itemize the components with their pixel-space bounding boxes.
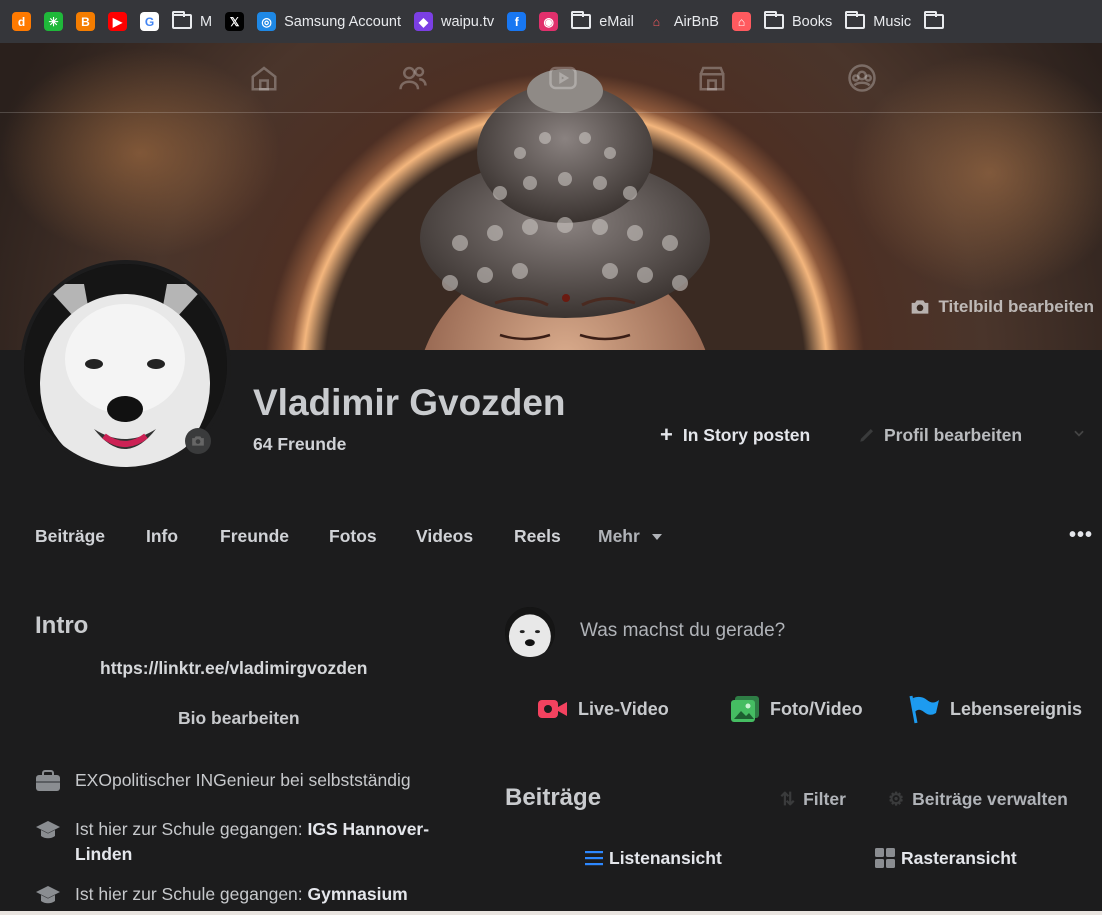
bookmark-google[interactable]: G <box>140 8 159 36</box>
asterisk-icon: ✳ <box>44 12 63 31</box>
home-icon[interactable] <box>249 63 279 93</box>
composer-avatar[interactable] <box>505 607 555 657</box>
bookmark-folder[interactable] <box>924 8 952 36</box>
chevron-down-icon[interactable] <box>1072 426 1086 440</box>
bookmark-x[interactable]: 𝕏 <box>225 8 245 36</box>
bookmark-airbnb[interactable]: ⌂ <box>731 8 751 36</box>
photo-video-button[interactable]: Foto/Video <box>730 694 863 724</box>
wolf-avatar-image <box>505 607 555 657</box>
tab-videos[interactable]: Videos <box>416 518 473 554</box>
info-school-2: Ist hier zur Schule gegangen: Gymnasium <box>35 882 408 907</box>
intro-title: Intro <box>35 612 89 639</box>
avatar-camera-button[interactable] <box>185 428 211 454</box>
bookmark-waipu.tv[interactable]: ◆ waipu.tv <box>413 8 495 36</box>
bookmark-label: waipu.tv <box>440 13 495 30</box>
bookmark-m[interactable]: M <box>172 8 212 36</box>
window-bottom-edge <box>0 911 1102 915</box>
tab-reels[interactable]: Reels <box>514 518 561 554</box>
live-video-button[interactable]: Live-Video <box>537 694 669 724</box>
intro-link[interactable]: https://linktr.ee/vladimirgvozden <box>100 658 367 679</box>
briefcase-icon <box>36 770 60 791</box>
friends-icon[interactable] <box>398 63 428 93</box>
x-icon: 𝕏 <box>225 12 245 31</box>
pencil-icon <box>860 429 873 442</box>
info-school-1: Ist hier zur Schule gegangen: IGS Hannov… <box>35 817 429 867</box>
info-work: EXOpolitischer INGenieur bei selbstständ… <box>35 768 411 793</box>
photo-icon <box>731 696 759 722</box>
dict-icon: d <box>12 12 31 31</box>
instagram-icon: ◉ <box>539 12 559 31</box>
facebook-icon: f <box>507 12 527 31</box>
waipu-icon: ◆ <box>413 12 433 31</box>
marketplace-icon[interactable] <box>697 63 727 93</box>
graduation-cap-icon <box>36 821 60 839</box>
life-event-button[interactable]: Lebensereignis <box>908 694 1082 724</box>
nav-divider <box>0 112 1102 113</box>
add-to-story-button[interactable]: + In Story posten <box>660 420 810 450</box>
bookmark-samsung-account[interactable]: ◎ Samsung Account <box>257 8 401 36</box>
grid-view-tab[interactable]: Rasteransicht <box>875 845 1017 871</box>
bookmark-label: Samsung Account <box>284 13 401 30</box>
camera-icon <box>192 436 204 446</box>
bookmark-label: Books <box>791 13 833 30</box>
bookmarks-bar: d ✳ B ▶ G M 𝕏 ◎ Samsung Account ◆ waipu.tv f ◉ eMail ⌂… <box>0 0 1102 43</box>
watch-icon[interactable] <box>548 63 578 93</box>
bookmark-email[interactable]: eMail <box>571 8 634 36</box>
airbnb-icon: ⌂ <box>646 12 666 31</box>
edit-cover-button[interactable]: Titelbild bearbeiten <box>910 297 1094 317</box>
caret-down-icon <box>651 534 662 540</box>
bookmark-blogger[interactable]: B <box>76 8 95 36</box>
profile-name: Vladimir Gvozden <box>253 382 566 423</box>
tab-more[interactable]: Mehr <box>598 518 662 554</box>
filter-icon: ⇅ <box>780 788 796 809</box>
gear-icon: ⚙ <box>888 788 905 809</box>
groups-icon[interactable] <box>847 63 877 93</box>
tab-info[interactable]: Info <box>146 518 178 554</box>
bookmark-music[interactable]: Music <box>845 8 911 36</box>
profile-tabs: Beiträge Info Freunde Fotos Videos Reels… <box>0 518 1102 554</box>
bookmark-label: Music <box>873 13 912 30</box>
edit-profile-button[interactable]: Profil bearbeiten <box>858 420 1022 450</box>
camera-icon <box>912 300 929 314</box>
airbnb-icon: ⌂ <box>731 12 751 31</box>
bookmark-asterisk[interactable]: ✳ <box>44 8 63 36</box>
grid-icon <box>875 848 895 868</box>
list-icon <box>585 851 603 866</box>
blogger-icon: B <box>76 12 95 31</box>
graduation-cap-icon <box>36 886 60 904</box>
filter-button[interactable]: ⇅ Filter <box>780 786 846 812</box>
plus-icon: + <box>660 422 673 447</box>
tab-fotos[interactable]: Fotos <box>329 518 377 554</box>
bookmark-facebook[interactable]: f <box>507 8 527 36</box>
bookmark-books[interactable]: Books <box>763 8 833 36</box>
folder-icon <box>924 11 945 29</box>
bookmark-label: M <box>200 13 213 30</box>
samsung-account-icon: ◎ <box>257 12 277 31</box>
tab-beitraege[interactable]: Beiträge <box>35 518 105 554</box>
youtube-icon: ▶ <box>108 12 127 31</box>
posts-title: Beiträge <box>505 784 602 811</box>
bookmark-instagram[interactable]: ◉ <box>539 8 559 36</box>
composer-input[interactable]: Was machst du gerade? <box>580 620 785 642</box>
edit-bio-button[interactable]: Bio bearbeiten <box>178 708 300 729</box>
folder-icon <box>845 11 866 29</box>
folder-icon <box>172 11 192 29</box>
video-camera-icon <box>538 700 567 718</box>
bookmark-airbnb[interactable]: ⌂ AirBnB <box>646 8 719 36</box>
google-icon: G <box>140 12 159 31</box>
bookmark-label: eMail <box>599 13 634 30</box>
tab-freunde[interactable]: Freunde <box>220 518 289 554</box>
list-view-tab[interactable]: Listenansicht <box>585 845 722 871</box>
bookmark-youtube[interactable]: ▶ <box>108 8 127 36</box>
manage-posts-button[interactable]: ⚙ Beiträge verwalten <box>888 786 1068 812</box>
folder-icon <box>571 11 592 29</box>
folder-icon <box>763 11 784 29</box>
friends-count[interactable]: 64 Freunde <box>253 434 346 455</box>
bookmark-label: AirBnB <box>673 13 719 30</box>
more-options-icon[interactable]: ••• <box>1069 525 1093 545</box>
flag-icon <box>909 695 939 724</box>
bookmark-dict[interactable]: d <box>12 8 31 36</box>
